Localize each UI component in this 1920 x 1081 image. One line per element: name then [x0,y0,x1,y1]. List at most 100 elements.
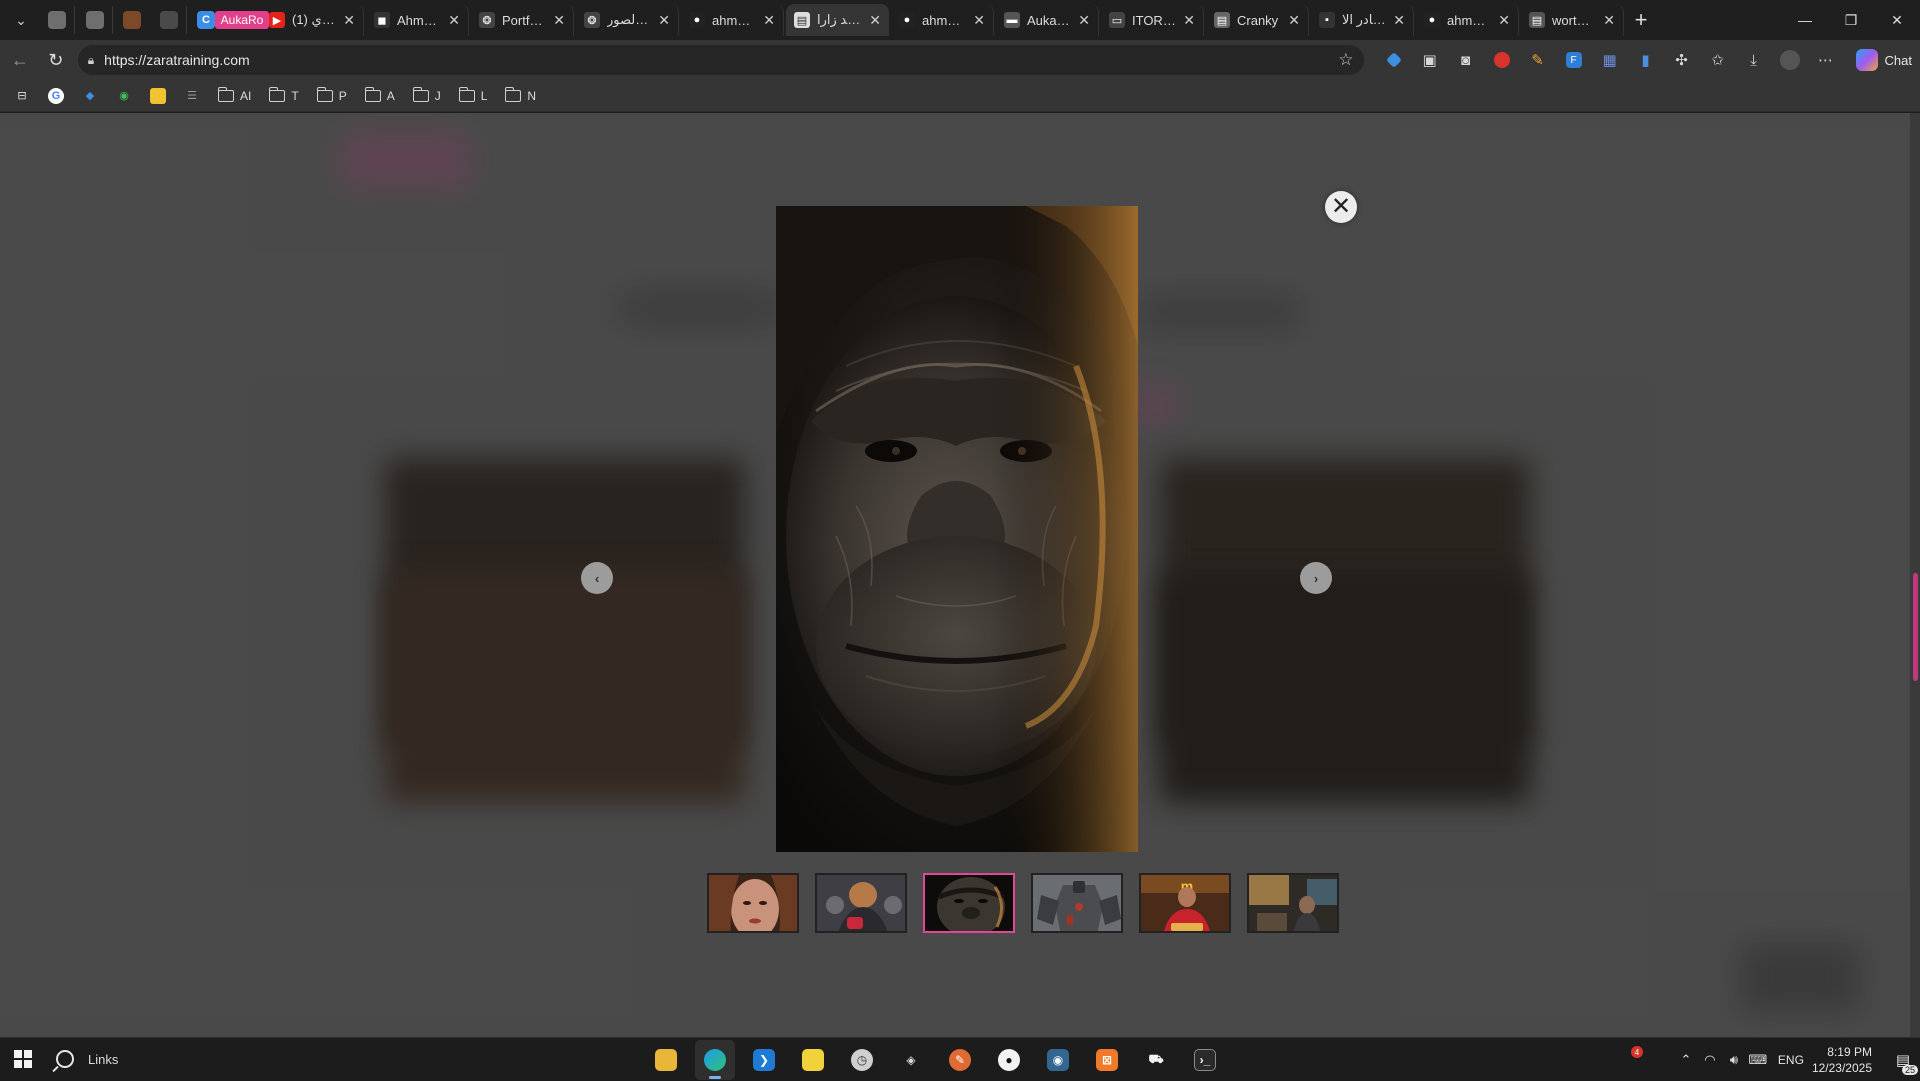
extension-gem-icon[interactable] [1378,45,1410,75]
taskbar-github-desktop[interactable]: ● [989,1040,1029,1080]
lightbox-close-button[interactable]: ✕ [1325,191,1357,223]
thumbnail-monkey-red[interactable] [815,873,907,933]
new-tab-button[interactable]: + [1625,6,1657,34]
thumbnail-woman[interactable] [707,873,799,933]
scrollbar-thumb[interactable] [1913,573,1918,681]
close-tab-icon[interactable]: ✕ [1498,12,1510,29]
browser-tab[interactable]: ❂ Portfolio ✕ [471,4,574,36]
language-indicator[interactable]: ENG [1778,1053,1804,1067]
bookmark-folder[interactable]: L [453,83,494,109]
bookmark-tool[interactable]: ⊟ [8,83,36,109]
page-scrollbar[interactable] [1910,113,1920,1037]
pinned-tab-2[interactable] [77,6,113,34]
close-tab-icon[interactable]: ✕ [1393,12,1405,29]
close-tab-icon[interactable]: ✕ [658,12,670,29]
favorites-icon[interactable]: ✩ [1702,45,1734,75]
thumbnail-man-red[interactable]: m [1139,873,1231,933]
bookmark-folder[interactable]: AI [212,83,257,109]
url-text[interactable]: https://zaratraining.com [104,52,1328,68]
extension-grid-icon[interactable]: ▦ [1594,45,1626,75]
bookmark-gem[interactable]: ◆ [76,83,104,109]
lightbox-prev-button[interactable]: ‹ [581,562,613,594]
taskbar-postgres[interactable]: ◉ [1038,1040,1078,1080]
downloads-icon[interactable]: ⤓ [1738,45,1770,75]
bookmark-folder[interactable]: T [263,83,304,109]
browser-tab[interactable]: ▪ مصادر الا ✕ [1311,4,1414,36]
site-info-icon[interactable]: 🔒︎ [88,53,94,68]
bookmark-notes[interactable] [144,83,172,109]
thumbnail-robot[interactable] [1031,873,1123,933]
notification-center-button[interactable]: ▤ 25 [1886,1038,1920,1081]
close-tab-icon[interactable]: ✕ [1603,12,1615,29]
pinned-tab-6[interactable]: AukaRo [214,6,270,34]
restore-button[interactable]: ❐ [1828,0,1874,40]
pinned-tab-4[interactable] [151,6,187,34]
bookmark-whatsapp[interactable]: ◉ [110,83,138,109]
volume-icon[interactable]: 🔊︎ [1722,1052,1746,1068]
tab-actions-menu[interactable]: ⌄ [4,6,38,34]
close-tab-icon[interactable]: ✕ [1183,12,1195,29]
thumbnail-street[interactable] [1247,873,1339,933]
extension-red-icon[interactable] [1486,45,1518,75]
browser-tab[interactable]: ▤ معهد زارا ✕ [786,4,889,36]
browser-tab[interactable]: ❂ تكرار الصور ✕ [576,4,679,36]
lightbox-next-button[interactable]: › [1300,562,1332,594]
bookmark-folder[interactable]: N [499,83,542,109]
favorite-star-icon[interactable]: ☆ [1338,50,1353,70]
close-tab-icon[interactable]: ✕ [973,12,985,29]
pinned-tab-1[interactable] [39,6,75,34]
bookmark-folder[interactable]: P [311,83,353,109]
taskbar-paint-app[interactable]: ✎ [940,1040,980,1080]
close-tab-icon[interactable]: ✕ [553,12,565,29]
browser-tab[interactable]: ◼ Ahmed Hassan ✕ [366,4,469,36]
taskbar-clock-app[interactable]: ◷ [842,1040,882,1080]
address-bar[interactable]: 🔒︎ https://zaratraining.com ☆ [77,45,1364,75]
taskbar-store[interactable]: ⛟ [1136,1040,1176,1080]
browser-tab[interactable]: ● ahmedra ✕ [681,4,784,36]
taskbar-clock[interactable]: 8:19 PM 12/23/2025 [1812,1044,1872,1076]
bookmark-google[interactable]: G [42,83,70,109]
keyboard-icon[interactable]: ⌨ [1746,1052,1770,1068]
extension-pen-icon[interactable]: ✎ [1522,45,1554,75]
browser-tab[interactable]: ▬ AukaRo ✕ [996,4,1099,36]
close-window-button[interactable]: ✕ [1874,0,1920,40]
taskbar-cursor-app[interactable]: ◈ [891,1040,931,1080]
profile-avatar[interactable] [1774,45,1806,75]
close-tab-icon[interactable]: ✕ [1078,12,1090,29]
taskbar-terminal[interactable]: ›_ [1185,1040,1225,1080]
extension-record-icon[interactable]: ◙ [1450,45,1482,75]
browser-tab[interactable]: ▤ worth-st ✕ [1521,4,1624,36]
browser-tab[interactable]: ▶ (1) فريدي ✕ [261,4,364,36]
minimize-button[interactable]: — [1782,0,1828,40]
close-tab-icon[interactable]: ✕ [763,12,775,29]
browser-tab[interactable]: ▤ Cranky ✕ [1206,4,1309,36]
wifi-icon[interactable]: ◠ [1698,1052,1722,1068]
browser-tab[interactable]: ● ahmedra ✕ [891,4,994,36]
back-button[interactable]: ← [4,44,36,76]
start-button[interactable] [0,1038,46,1081]
extension-screen-icon[interactable]: ▣ [1414,45,1446,75]
browser-tab[interactable]: ▭ ITOR - Ide ✕ [1101,4,1204,36]
copilot-chat-button[interactable]: Chat [1848,45,1920,75]
bookmark-folder[interactable]: J [407,83,447,109]
taskbar-search[interactable]: Links [56,1050,118,1068]
chevron-up-icon[interactable]: ⌃ [1674,1052,1698,1068]
taskbar-sticky-notes[interactable] [793,1040,833,1080]
close-tab-icon[interactable]: ✕ [869,12,881,29]
thumbnail-gorilla[interactable] [923,873,1015,933]
bookmark-list[interactable]: ☰ [178,83,206,109]
pinned-tab-3[interactable] [115,6,149,34]
browser-tab[interactable]: ● ahmedra ✕ [1416,4,1519,36]
taskbar-xampp[interactable]: ⊠ [1087,1040,1127,1080]
refresh-button[interactable]: ↻ [40,44,72,76]
close-tab-icon[interactable]: ✕ [1288,12,1300,29]
close-tab-icon[interactable]: ✕ [448,12,460,29]
extension-book-icon[interactable]: ▮ [1630,45,1662,75]
taskbar-file-explorer[interactable] [646,1040,686,1080]
taskbar-vscode[interactable]: ❯ [744,1040,784,1080]
bookmark-folder[interactable]: A [359,83,401,109]
taskbar-edge[interactable] [695,1039,735,1080]
extension-f-icon[interactable]: F [1558,45,1590,75]
close-tab-icon[interactable]: ✕ [343,12,355,29]
extensions-puzzle-icon[interactable]: ✣ [1666,45,1698,75]
